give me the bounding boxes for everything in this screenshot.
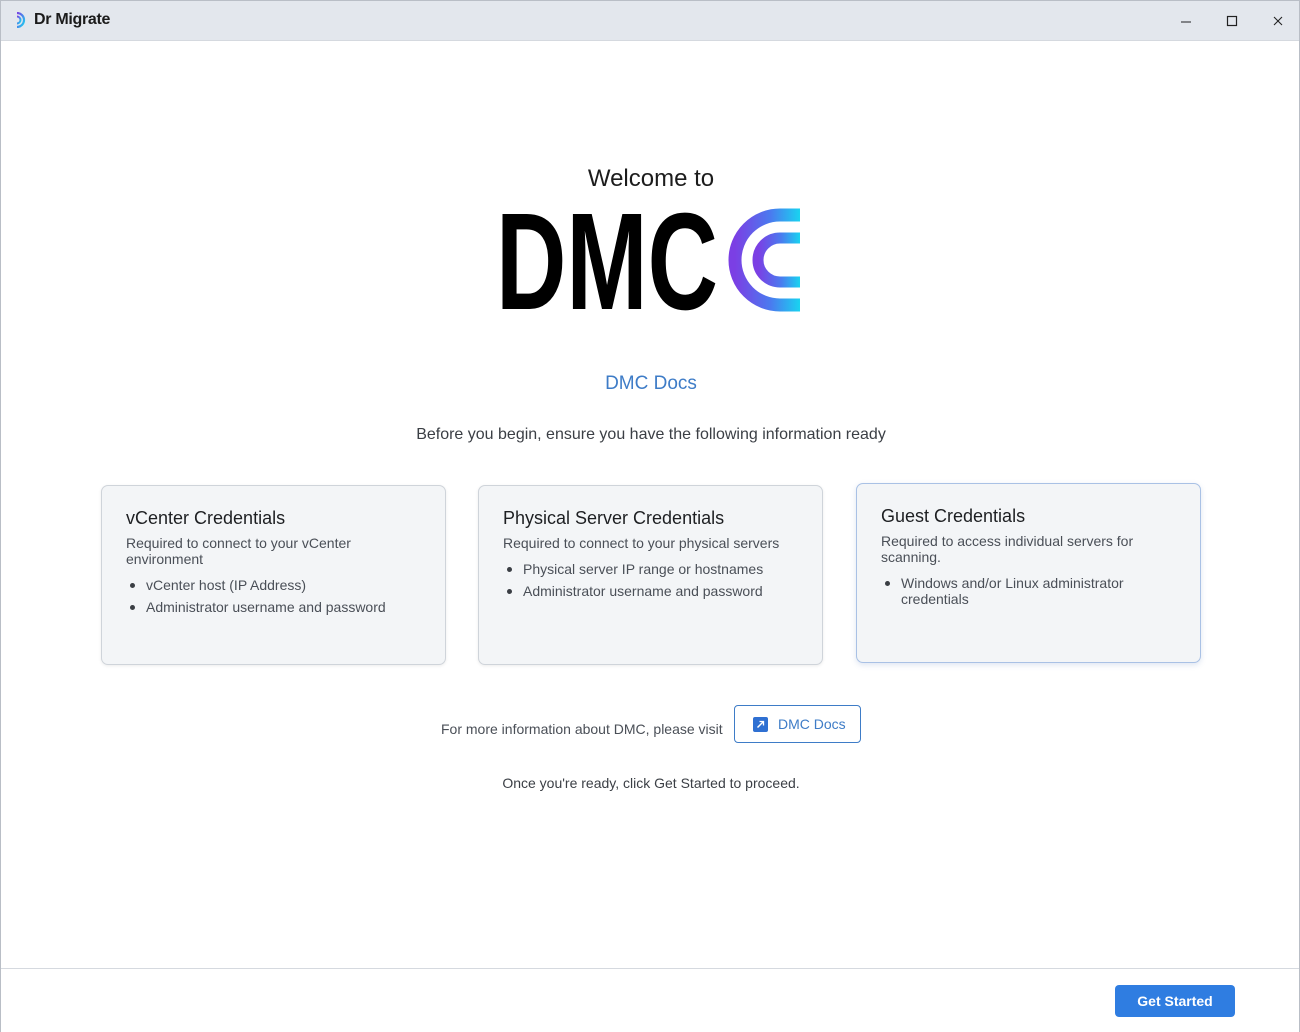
minimize-icon — [1181, 21, 1191, 23]
ready-text: Once you're ready, click Get Started to … — [502, 775, 800, 791]
dmc-docs-button[interactable]: DMC Docs — [734, 705, 861, 743]
card-description: Required to connect to your physical ser… — [503, 535, 780, 551]
maximize-icon — [1226, 15, 1238, 27]
close-button[interactable] — [1255, 1, 1300, 41]
maximize-button[interactable] — [1209, 1, 1255, 41]
close-icon — [1273, 16, 1283, 26]
card-physical-server-credentials[interactable]: Physical Server Credentials Required to … — [478, 485, 823, 665]
external-link-icon — [753, 716, 768, 732]
dmc-logo-text: DMC — [498, 207, 718, 313]
app-title: Dr Migrate — [34, 11, 111, 28]
app-window: Dr Migrate Welcome to DMC DMC Docs Befor… — [0, 0, 1300, 1032]
card-description: Required to connect to your vCenter envi… — [126, 535, 351, 567]
dmc-docs-button-label: DMC Docs — [778, 716, 846, 732]
card-title: vCenter Credentials — [126, 508, 286, 528]
app-logo-icon — [16, 12, 26, 28]
title-bar[interactable]: Dr Migrate — [1, 1, 1299, 41]
card-description: Required to access individual servers fo… — [881, 533, 1134, 565]
intro-text: Before you begin, ensure you have the fo… — [416, 426, 886, 443]
minimize-button[interactable] — [1163, 1, 1209, 41]
more-info-text: For more information about DMC, please v… — [441, 721, 723, 737]
list-item: Administrator username and password — [126, 599, 421, 615]
card-vcenter-credentials[interactable]: vCenter Credentials Required to connect … — [101, 485, 446, 665]
footer-bar — [1, 968, 1299, 1032]
list-item: vCenter host (IP Address) — [126, 577, 421, 593]
card-item-list: vCenter host (IP Address) Administrator … — [126, 577, 421, 615]
card-item-list: Physical server IP range or hostnames Ad… — [503, 561, 798, 599]
card-item-list: Windows and/or Linux administrator crede… — [881, 575, 1176, 607]
card-guest-credentials[interactable]: Guest Credentials Required to access ind… — [856, 483, 1201, 663]
welcome-heading: Welcome to — [587, 165, 715, 192]
get-started-button[interactable]: Get Started — [1115, 985, 1235, 1017]
card-title: Guest Credentials — [881, 506, 1026, 526]
dmc-docs-link[interactable]: DMC Docs — [1, 373, 1300, 395]
dmc-logo: DMC — [498, 207, 804, 313]
card-title: Physical Server Credentials — [503, 508, 725, 528]
dmc-docs-link-label[interactable]: DMC Docs — [605, 373, 697, 394]
list-item: Physical server IP range or hostnames — [503, 561, 798, 577]
list-item: Windows and/or Linux administrator crede… — [881, 575, 1176, 607]
list-item: Administrator username and password — [503, 583, 798, 599]
